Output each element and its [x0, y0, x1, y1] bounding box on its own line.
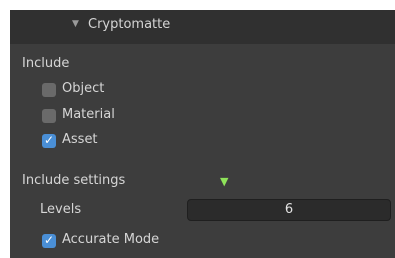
- cryptomatte-panel: ▼ Cryptomatte Include Object Material ✓ …: [10, 10, 395, 258]
- triangle-down-icon: ▼: [220, 175, 229, 188]
- levels-label: Levels: [40, 202, 82, 217]
- asset-checkbox[interactable]: ✓: [42, 133, 56, 148]
- object-checkbox-label[interactable]: Object: [62, 81, 104, 96]
- asset-checkbox-label[interactable]: Asset: [62, 132, 98, 147]
- panel-title: Cryptomatte: [88, 17, 171, 32]
- include-settings-label: Include settings: [22, 173, 126, 188]
- material-checkbox[interactable]: [42, 109, 56, 123]
- material-checkbox-label[interactable]: Material: [62, 107, 115, 122]
- checkmark-icon: ✓: [43, 133, 55, 147]
- chevron-down-icon[interactable]: ▼: [72, 19, 79, 29]
- include-label: Include: [22, 56, 70, 71]
- panel-header[interactable]: ▼ Cryptomatte: [10, 10, 395, 44]
- accurate-mode-checkbox[interactable]: ✓: [42, 233, 56, 248]
- accurate-mode-label[interactable]: Accurate Mode: [62, 232, 159, 247]
- checkmark-icon: ✓: [43, 233, 55, 247]
- object-checkbox[interactable]: [42, 83, 56, 97]
- levels-field[interactable]: 6: [187, 199, 391, 221]
